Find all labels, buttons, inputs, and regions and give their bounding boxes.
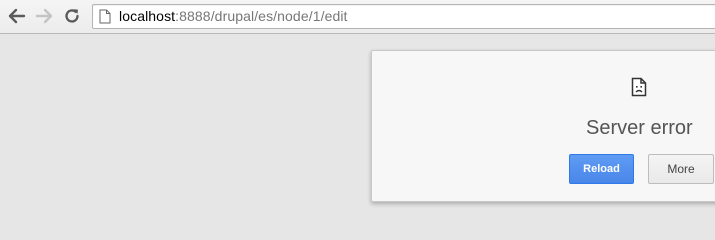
url-path: :8888/drupal/es/node/1/edit — [175, 8, 348, 24]
reload-button[interactable] — [62, 6, 82, 26]
forward-button[interactable] — [34, 6, 54, 26]
forward-arrow-icon — [35, 8, 53, 24]
error-title: Server error — [586, 117, 693, 139]
back-arrow-icon — [8, 8, 26, 24]
sad-page-icon — [631, 77, 647, 97]
page-icon — [99, 9, 111, 24]
reload-page-button[interactable]: Reload — [569, 154, 634, 184]
url-host: localhost — [119, 8, 176, 24]
url-text: localhost:8888/drupal/es/node/1/edit — [119, 8, 348, 24]
reload-icon — [65, 9, 79, 23]
error-panel: Server error Reload More — [371, 50, 715, 202]
back-button[interactable] — [7, 6, 27, 26]
address-bar[interactable]: localhost:8888/drupal/es/node/1/edit — [92, 4, 715, 29]
more-button[interactable]: More — [648, 154, 714, 184]
browser-toolbar: localhost:8888/drupal/es/node/1/edit — [0, 0, 715, 34]
